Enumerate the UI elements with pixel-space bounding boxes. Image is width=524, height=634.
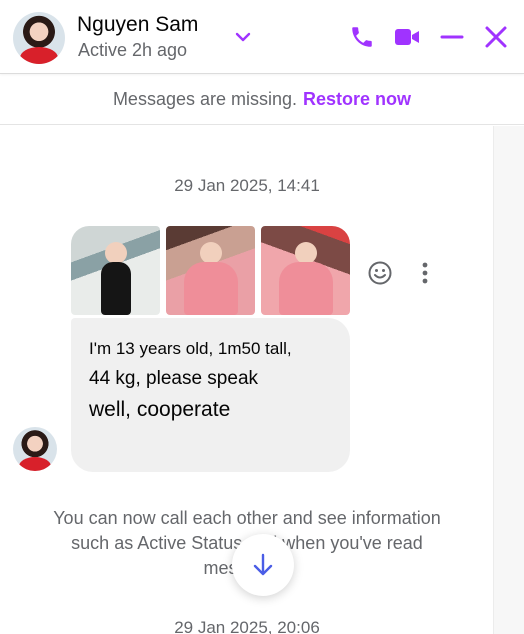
message-text-line: well, cooperate: [89, 398, 231, 421]
restore-now-link[interactable]: Restore now: [303, 89, 411, 110]
video-call-button[interactable]: [390, 20, 424, 54]
minimize-icon: [440, 35, 464, 39]
message-text-line: 44 kg, please speak: [89, 368, 259, 389]
arrow-down-icon: [253, 553, 273, 576]
scroll-to-bottom-button[interactable]: [232, 534, 294, 596]
scrollbar[interactable]: [493, 126, 524, 634]
chevron-down-icon[interactable]: [232, 26, 254, 48]
sender-avatar[interactable]: [13, 427, 57, 471]
video-icon: [395, 29, 419, 45]
call-button[interactable]: [345, 20, 379, 54]
message-bubble[interactable]: I'm 13 years old, 1m50 tall, 44 kg, plea…: [71, 318, 350, 472]
close-button[interactable]: [479, 20, 513, 54]
message-text-line: I'm 13 years old, 1m50 tall,: [89, 339, 292, 358]
photo-attachment[interactable]: [261, 226, 350, 315]
timestamp: 29 Jan 2025, 20:06: [174, 618, 320, 634]
banner-text: Messages are missing.: [112, 89, 298, 109]
emoji-icon: [368, 261, 392, 285]
more-options-icon: [422, 262, 428, 284]
timestamp: 29 Jan 2025, 14:41: [174, 176, 320, 195]
close-icon: [485, 26, 507, 48]
phone-icon: [352, 27, 372, 47]
photo-attachment[interactable]: [71, 226, 160, 315]
chat-header: Nguyen Sam Active 2h ago: [0, 0, 524, 74]
minimize-button[interactable]: [435, 20, 469, 54]
missing-messages-banner: Messages are missing. Restore now: [0, 75, 524, 125]
contact-avatar[interactable]: [13, 12, 65, 64]
more-options-button[interactable]: [411, 259, 439, 287]
emoji-button[interactable]: [366, 259, 394, 287]
contact-name[interactable]: Nguyen Sam: [77, 13, 198, 37]
photo-attachment[interactable]: [166, 226, 255, 315]
contact-status: Active 2h ago: [78, 40, 188, 60]
